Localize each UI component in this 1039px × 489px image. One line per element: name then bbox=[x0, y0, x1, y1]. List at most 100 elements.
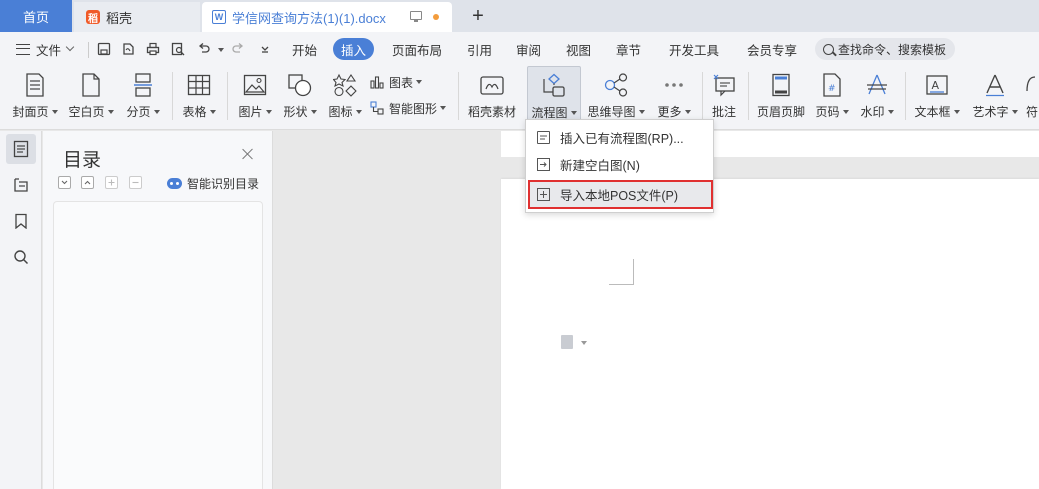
picture-icon bbox=[242, 72, 268, 98]
save-icon[interactable] bbox=[97, 42, 111, 56]
collapse-all-icon[interactable] bbox=[81, 176, 94, 189]
smart-recognize-label: 智能识别目录 bbox=[187, 177, 260, 191]
menu-tab-home[interactable]: 开始 bbox=[284, 38, 325, 60]
outline-nav-button[interactable] bbox=[6, 134, 36, 164]
watermark-icon bbox=[864, 72, 890, 98]
writer-doc-icon: W bbox=[212, 10, 226, 24]
menu-tab-member[interactable]: 会员专享 bbox=[739, 38, 805, 60]
menu-item-label: 插入已有流程图(RP)... bbox=[560, 131, 684, 146]
insert-ribbon: 封面页 空白页 分页 表格 图片 形状 图标 图表 智能图形 稻壳素材 流程图 bbox=[0, 66, 1039, 130]
header-footer-button[interactable]: 页眉页脚 bbox=[754, 66, 808, 128]
picture-label: 图片 bbox=[238, 105, 263, 119]
menu-tab-references[interactable]: 引用 bbox=[459, 38, 500, 60]
customize-toolbar-icon[interactable] bbox=[258, 42, 272, 56]
new-diagram-icon bbox=[537, 157, 550, 171]
menu-tab-view[interactable]: 视图 bbox=[558, 38, 599, 60]
command-search-label: 查找命令、搜索模板 bbox=[838, 42, 947, 57]
page-break-icon bbox=[130, 72, 156, 98]
new-tab-button[interactable]: + bbox=[466, 2, 490, 30]
chapter-icon bbox=[14, 178, 28, 192]
menu-tab-page-layout[interactable]: 页面布局 bbox=[384, 38, 450, 60]
more-icon bbox=[661, 72, 687, 98]
page-break-button[interactable]: 分页 bbox=[122, 66, 164, 128]
document-page[interactable] bbox=[501, 179, 1039, 489]
textbox-label: 文本框 bbox=[914, 105, 951, 119]
print-preview-icon[interactable] bbox=[171, 42, 185, 56]
menu-tab-developer[interactable]: 开发工具 bbox=[661, 38, 727, 60]
menu-tab-review[interactable]: 审阅 bbox=[508, 38, 549, 60]
divider bbox=[702, 72, 703, 120]
comment-label: 批注 bbox=[711, 105, 736, 119]
flowchart-icon bbox=[541, 73, 567, 99]
file-menu[interactable]: 文件 bbox=[16, 32, 75, 66]
picture-button[interactable]: 图片 bbox=[234, 66, 276, 128]
menu-item-label: 新建空白图(N) bbox=[560, 158, 640, 173]
smartart-button[interactable]: 智能图形 bbox=[370, 98, 447, 118]
header-footer-label: 页眉页脚 bbox=[756, 105, 805, 119]
cover-page-button[interactable]: 封面页 bbox=[10, 66, 60, 128]
divider bbox=[88, 42, 89, 58]
outline-panel: 目录 智能识别目录 bbox=[43, 131, 273, 489]
comment-icon bbox=[711, 72, 737, 98]
table-button[interactable]: 表格 bbox=[178, 66, 220, 128]
paste-options-icon[interactable] bbox=[561, 335, 573, 349]
tab-home[interactable]: 首页 bbox=[0, 0, 72, 32]
bar-chart-icon bbox=[370, 75, 384, 89]
menu-item-insert-existing-flowchart[interactable]: 插入已有流程图(RP)... bbox=[528, 124, 712, 150]
icon-library-label: 图标 bbox=[328, 105, 353, 119]
panel-title: 目录 bbox=[63, 150, 102, 171]
redo-icon[interactable] bbox=[231, 42, 245, 56]
more-label: 更多 bbox=[657, 105, 682, 119]
chapter-nav-button[interactable] bbox=[6, 170, 36, 200]
blank-page-label: 空白页 bbox=[68, 105, 105, 119]
tab-daoke[interactable]: 稻 稻壳 bbox=[74, 2, 200, 32]
watermark-button[interactable]: 水印 bbox=[857, 66, 897, 128]
undo-dropdown-icon[interactable] bbox=[218, 48, 224, 52]
undo-icon[interactable] bbox=[197, 42, 211, 56]
icon-library-button[interactable]: 图标 bbox=[324, 66, 366, 128]
page-number-button[interactable]: # 页码 bbox=[813, 66, 851, 128]
blank-page-icon bbox=[78, 72, 104, 98]
menu-tab-insert[interactable]: 插入 bbox=[333, 38, 375, 60]
add-level-icon[interactable] bbox=[105, 176, 118, 189]
table-icon bbox=[186, 72, 212, 98]
wordart-label: 艺术字 bbox=[972, 105, 1009, 119]
daoke-logo-icon: 稻 bbox=[86, 10, 100, 25]
expand-all-icon[interactable] bbox=[58, 176, 71, 189]
menu-tab-chapter[interactable]: 章节 bbox=[608, 38, 649, 60]
smart-recognize-button[interactable]: 智能识别目录 bbox=[167, 175, 259, 192]
material-icon bbox=[479, 72, 505, 98]
bookmark-nav-button[interactable] bbox=[6, 206, 36, 236]
close-icon[interactable] bbox=[241, 147, 255, 161]
remove-level-icon[interactable] bbox=[129, 176, 142, 189]
hamburger-icon bbox=[16, 43, 30, 55]
tab-document[interactable]: W 学信网查询方法(1)(1).docx bbox=[202, 2, 452, 32]
chart-label: 图表 bbox=[389, 75, 414, 90]
nav-icon-strip bbox=[0, 131, 42, 489]
file-menu-label: 文件 bbox=[36, 43, 62, 58]
divider bbox=[458, 72, 459, 120]
monitor-icon[interactable] bbox=[410, 11, 422, 22]
print-icon[interactable] bbox=[146, 42, 160, 56]
search-icon bbox=[823, 43, 834, 55]
symbol-button[interactable]: 符 bbox=[1025, 66, 1039, 128]
find-nav-button[interactable] bbox=[6, 242, 36, 272]
menu-item-import-local-pos[interactable]: 导入本地POS文件(P) bbox=[528, 180, 713, 209]
icon-library-icon bbox=[332, 72, 358, 98]
smartart-label: 智能图形 bbox=[389, 101, 438, 116]
page-number-icon: # bbox=[819, 72, 845, 98]
paste-dropdown-icon[interactable] bbox=[581, 341, 587, 345]
daoke-material-button[interactable]: 稻壳素材 bbox=[464, 66, 520, 128]
shape-icon bbox=[287, 72, 313, 98]
textbox-button[interactable]: A 文本框 bbox=[912, 66, 962, 128]
wordart-button[interactable]: 艺术字 bbox=[970, 66, 1020, 128]
menu-item-new-blank-diagram[interactable]: 新建空白图(N) bbox=[528, 151, 712, 177]
chart-button[interactable]: 图表 bbox=[370, 72, 423, 92]
tab-daoke-label: 稻壳 bbox=[106, 10, 133, 26]
shape-button[interactable]: 形状 bbox=[279, 66, 321, 128]
blank-page-button[interactable]: 空白页 bbox=[66, 66, 116, 128]
export-pdf-icon[interactable] bbox=[121, 42, 135, 56]
symbol-icon bbox=[1025, 72, 1039, 98]
daoke-material-label: 稻壳素材 bbox=[467, 105, 516, 119]
command-search-box[interactable]: 查找命令、搜索模板 bbox=[815, 38, 955, 60]
